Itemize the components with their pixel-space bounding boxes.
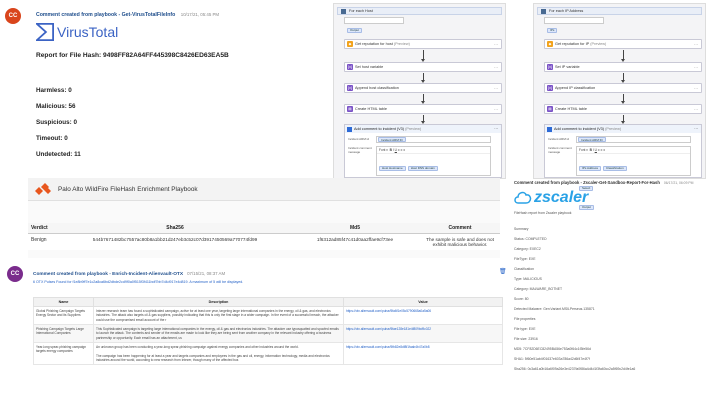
wildfire-title: Palo Alto WildFire FileHash Enrichment P… [58, 185, 198, 193]
stat-suspicious: Suspicious: 0 [36, 119, 77, 126]
loop-icon [341, 8, 346, 14]
comment-message-editor[interactable]: Font ▾ B I U ≡ ≡ ≡ IPs Address Classifica… [576, 146, 691, 210]
report-title: Report for File Hash: 9498FF82A64FF44539… [36, 52, 229, 59]
paloalto-logo-icon [35, 183, 51, 195]
zscaler-cloud-icon [514, 191, 532, 204]
virustotal-logo: VirusTotal [36, 23, 118, 41]
table-header-row: Verdict Sha256 Md5 Comment [28, 223, 500, 234]
loop-input[interactable]: Output [344, 17, 404, 33]
variable-icon: {x} [347, 64, 353, 70]
table-row: Global Phishing Campaign Targets Energy … [33, 306, 503, 325]
col-verdict: Verdict [28, 223, 60, 234]
loop-label: For each IP Address [549, 9, 584, 13]
more-icon[interactable]: ··· [494, 127, 498, 131]
shield-icon: ◆ [347, 41, 353, 47]
more-icon[interactable]: ··· [694, 86, 698, 91]
col-md5: Md5 [290, 223, 420, 234]
more-icon[interactable]: ··· [694, 65, 698, 70]
virustotal-logo-text: VirusTotal [57, 24, 119, 40]
loop-label: For each Host [349, 9, 373, 13]
node-create-html-table[interactable]: ▤ Create HTML table ··· [344, 104, 502, 114]
comment-icon [347, 126, 352, 132]
pulse-link[interactable]: https://otx.alienvault.com/pulse/5fae128… [346, 327, 431, 331]
more-icon[interactable]: ··· [694, 107, 698, 112]
comment-title: Comment created from playbook - Zscaler-… [514, 180, 694, 185]
node-get-reputation-ip[interactable]: ◆ Get reputation for IP (Preview) ··· [544, 39, 702, 49]
otx-table-wrap: Name Description Value Global Phishing C… [33, 297, 503, 366]
zscaler-logo: zscaler [514, 189, 706, 207]
node-add-comment-expanded[interactable]: Add comment to incident (V3) (Preview) ·… [344, 124, 502, 210]
zscaler-panel: Comment created from playbook - Zscaler-… [514, 180, 706, 400]
more-icon[interactable]: ··· [694, 42, 698, 47]
incident-arm-id-field[interactable]: Incident ARM ID [376, 136, 491, 143]
col-value: Value [343, 297, 503, 307]
stat-harmless: Harmless: 0 [36, 87, 72, 94]
variable-icon: {x} [347, 85, 353, 91]
delete-icon[interactable]: 🗑 [499, 268, 507, 275]
stat-timeout: Timeout: 0 [36, 135, 68, 142]
zscaler-lines: Summary Status: COMPLETED Category: EXEC… [514, 227, 636, 371]
more-icon[interactable]: ··· [494, 65, 498, 70]
col-description: Description [93, 297, 344, 307]
comment-message-editor[interactable]: Font ▾ B I U ≡ ≡ ≡ Host Hostname Host DNS… [376, 146, 491, 210]
node-append-host-classification[interactable]: {x} Append host classification ··· [344, 83, 502, 93]
node-set-host-variable[interactable]: {x} Set host variable ··· [344, 62, 502, 72]
node-get-reputation-host[interactable]: ◆ Get reputation for host (Preview) ··· [344, 39, 502, 49]
logic-app-flow-host: For each Host Output ◆ Get reputation fo… [333, 3, 506, 210]
otx-table: Name Description Value Global Phishing C… [33, 297, 503, 366]
logic-app-flow-ip: For each IP Address IPs ◆ Get reputation… [533, 3, 706, 210]
more-icon[interactable]: ··· [494, 107, 498, 112]
incident-arm-id-field[interactable]: Incident ARM ID [576, 136, 691, 143]
pulse-link[interactable]: https://otx.alienvault.com/pulse/5fb82e8… [346, 345, 429, 349]
col-name: Name [33, 297, 94, 307]
table-row: Phishing Campaign Targets Large Internat… [33, 323, 503, 343]
node-create-html-table[interactable]: ▤ Create HTML table ··· [544, 104, 702, 114]
table-row: Benign 544b7671482bc7557ac80b8a1bb21d247… [31, 237, 494, 247]
loop-icon [541, 8, 546, 14]
col-sha256: Sha256 [60, 223, 290, 234]
comment-timestamp: 10/17/21, 05:45 PM [180, 12, 220, 17]
avatar: CC [7, 266, 23, 282]
shield-icon: ◆ [547, 41, 553, 47]
node-append-ip-classification[interactable]: {x} Append IP classification ··· [544, 83, 702, 93]
wildfire-table: Verdict Sha256 Md5 Comment Benign 544b76… [28, 223, 500, 250]
loop-for-each-host[interactable]: For each Host [337, 7, 502, 15]
chip-output: Output [347, 27, 363, 33]
variable-icon: {x} [547, 64, 553, 70]
node-set-ip-variable[interactable]: {x} Set IP variable ··· [544, 62, 702, 72]
more-icon[interactable]: ··· [494, 42, 498, 47]
variable-icon: {x} [547, 85, 553, 91]
comment-icon [547, 126, 552, 132]
loop-for-each-ip[interactable]: For each IP Address [537, 7, 702, 15]
avatar: CC [5, 8, 21, 24]
wildfire-panel: Palo Alto WildFire FileHash Enrichment P… [28, 178, 500, 258]
virustotal-icon [36, 23, 54, 41]
loop-input[interactable]: IPs [544, 17, 604, 33]
node-add-comment-expanded[interactable]: Add comment to incident (V3) (Preview) ·… [544, 124, 702, 210]
table-row: Year-long spear-phishing campaign target… [33, 341, 503, 366]
comment-title: Comment created from playbook - Get-Viru… [36, 12, 219, 18]
otx-summary: 6 OTX Pulses Found for f1e8b9ff7e1c2a8ca… [33, 280, 244, 284]
stat-undetected: Undetected: 11 [36, 151, 81, 158]
more-icon[interactable]: ··· [494, 86, 498, 91]
table-header-row: Name Description Value [33, 297, 503, 307]
pulse-link[interactable]: https://otx.alienvault.com/pulse/5fa6f1e… [346, 309, 431, 313]
comment-title: Comment created from playbook - Enrich-I… [33, 271, 226, 277]
table-icon: ▤ [547, 106, 553, 112]
col-comment: Comment [420, 223, 500, 234]
more-icon[interactable]: ··· [694, 127, 698, 131]
stat-malicious: Malicious: 56 [36, 103, 76, 110]
comment-title-text: Comment created from playbook - Get-Viru… [36, 12, 176, 18]
vt-stats: Harmless: 0 Malicious: 56 Suspicious: 0 … [36, 87, 81, 158]
table-icon: ▤ [347, 106, 353, 112]
